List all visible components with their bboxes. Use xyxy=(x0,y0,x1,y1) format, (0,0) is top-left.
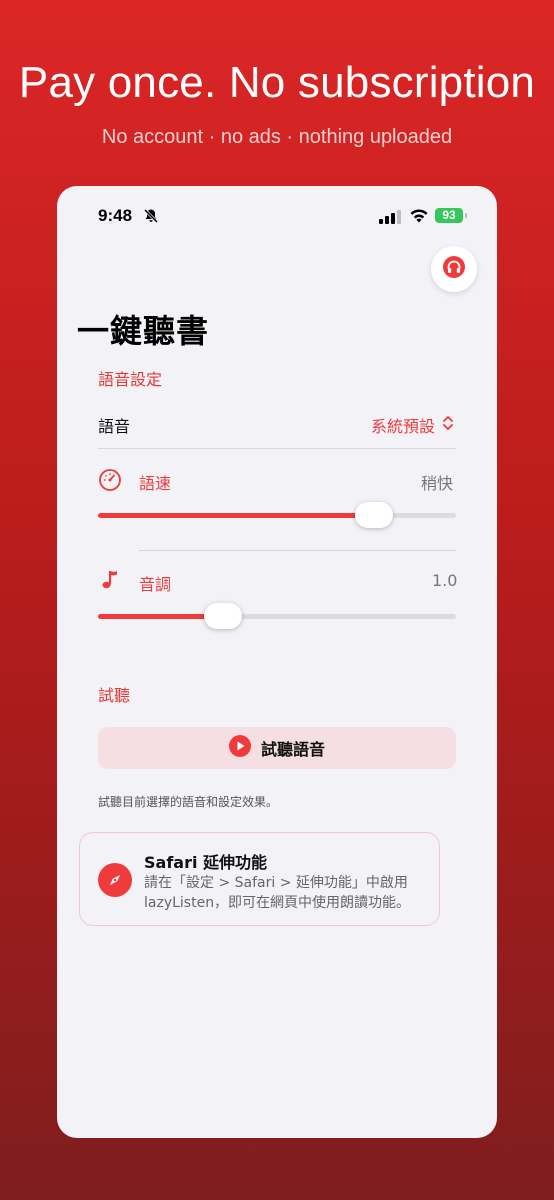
headphones-button[interactable] xyxy=(431,246,477,292)
speedometer-icon xyxy=(98,468,122,497)
pitch-value: 1.0 xyxy=(432,571,458,590)
pitch-slider-thumb[interactable] xyxy=(204,603,243,629)
safari-card-title: Safari 延伸功能 xyxy=(144,853,268,872)
phone-screen: 9:48 93 一鍵聽書 語音設定 語音 系統預設 語速 稍快 音調 1.0 試… xyxy=(57,186,497,1138)
voice-value[interactable]: 系統預設 xyxy=(371,413,435,437)
safari-compass-icon xyxy=(98,863,132,897)
rate-label: 語速 xyxy=(139,474,172,493)
voice-settings-section-label: 語音設定 xyxy=(98,370,163,389)
battery-indicator: 93 xyxy=(435,208,467,223)
divider xyxy=(98,448,456,449)
pitch-label: 音調 xyxy=(139,575,172,594)
cellular-signal-icon xyxy=(379,210,401,229)
status-time: 9:48 xyxy=(98,206,133,225)
chevron-up-down-icon xyxy=(442,415,454,436)
status-bar: 9:48 93 xyxy=(57,206,497,228)
pitch-slider[interactable] xyxy=(98,603,456,629)
preview-helper-text: 試聽目前選擇的語音和設定效果。 xyxy=(98,795,279,809)
rate-value: 稍快 xyxy=(421,474,454,493)
safari-card-body: 請在「設定 > Safari > 延伸功能」中啟用 lazyListen，即可在… xyxy=(144,875,411,911)
music-note-icon xyxy=(101,568,121,597)
preview-voice-button[interactable]: 試聽語音 xyxy=(98,727,456,769)
rate-slider-fill xyxy=(98,513,374,518)
preview-voice-button-label: 試聽語音 xyxy=(260,740,325,759)
voice-label: 語音 xyxy=(98,417,131,436)
headline: Pay once. No subscription xyxy=(18,58,536,107)
bell-slash-icon xyxy=(143,208,159,229)
preview-section-label: 試聽 xyxy=(98,686,131,705)
subheadline: No account · no ads · nothing uploaded xyxy=(101,126,453,148)
safari-extension-card[interactable]: Safari 延伸功能 請在「設定 > Safari > 延伸功能」中啟用 la… xyxy=(79,832,440,926)
page-title: 一鍵聽書 xyxy=(77,312,210,350)
rate-slider[interactable] xyxy=(98,502,456,528)
divider xyxy=(139,550,456,551)
wifi-icon xyxy=(409,208,429,229)
headphones-icon xyxy=(443,255,465,283)
play-icon xyxy=(228,734,251,762)
rate-slider-thumb[interactable] xyxy=(354,502,393,528)
